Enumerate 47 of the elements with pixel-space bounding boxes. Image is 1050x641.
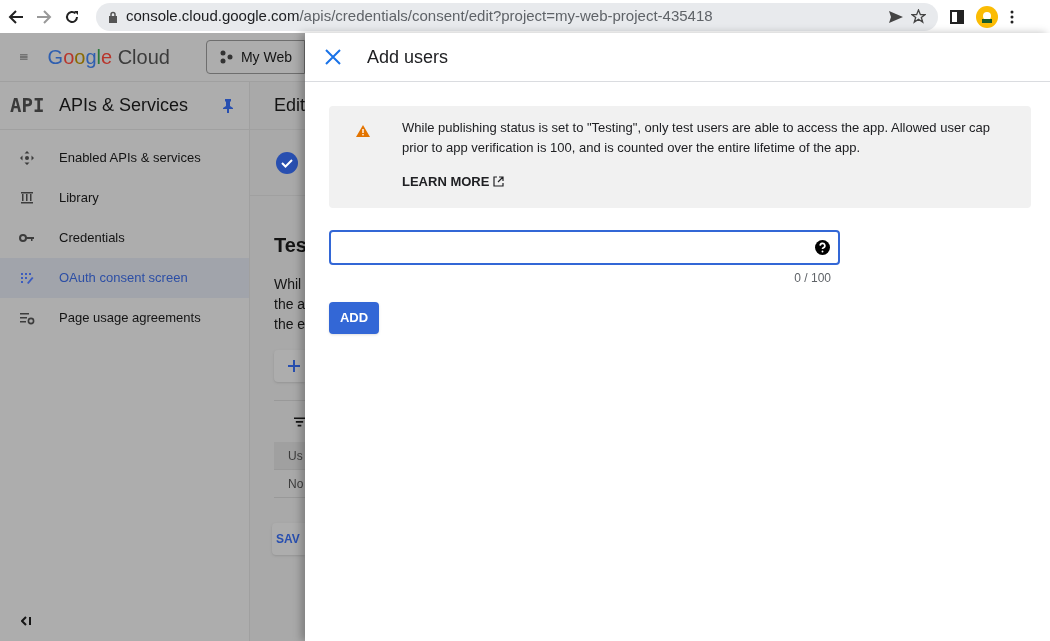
character-counter: 0 / 100 <box>794 269 831 287</box>
page-title: Edit <box>274 94 305 117</box>
sidebar-item[interactable]: Credentials <box>0 218 249 258</box>
reload-icon[interactable] <box>64 8 80 25</box>
plus-icon <box>288 360 300 372</box>
forward-icon[interactable] <box>36 8 52 25</box>
key-icon <box>19 233 35 243</box>
add-users-button[interactable] <box>274 350 305 382</box>
side-panel-icon[interactable] <box>950 9 964 24</box>
add-button[interactable]: ADD <box>329 301 379 334</box>
description-text: Whil <box>274 275 303 294</box>
learn-more-link[interactable]: LEARN MORE <box>402 172 1015 192</box>
description-text: the a <box>274 295 305 314</box>
collapse-icon[interactable] <box>21 616 32 626</box>
avatar-icon[interactable] <box>976 5 998 28</box>
move-icon <box>19 150 35 166</box>
more-icon[interactable] <box>1010 9 1014 24</box>
sidebar-item[interactable]: Enabled APIs & services <box>0 138 249 178</box>
api-label: API <box>10 93 46 119</box>
lock-icon <box>108 10 118 23</box>
project-picker[interactable]: My Web <box>205 40 305 74</box>
warning-icon <box>356 125 370 137</box>
address-bar[interactable]: console.cloud.google.com/apis/credentials/consent/edit?project=my-web-project-435418 <box>96 2 938 31</box>
send-icon[interactable] <box>889 10 903 23</box>
pin-icon[interactable] <box>223 98 233 113</box>
external-link-icon <box>493 176 505 188</box>
close-icon[interactable] <box>325 49 341 65</box>
description-text: the e <box>274 315 305 334</box>
panel-title: Add users <box>367 45 449 69</box>
columns-icon <box>20 191 34 205</box>
email-input[interactable] <box>329 229 840 265</box>
sidebar-item[interactable]: Library <box>0 178 249 218</box>
sidebar-item[interactable]: Page usage agreements <box>0 298 249 338</box>
dotted-grid-icon <box>20 271 34 285</box>
help-icon[interactable] <box>815 239 830 255</box>
sidebar-title: APIs & Services <box>59 94 190 117</box>
list-gear-icon <box>19 311 35 325</box>
back-icon[interactable] <box>8 8 24 25</box>
check-circle-icon <box>276 151 298 174</box>
notice-text: While publishing status is set to "Testing", only test users are able to access the app. Allowed user cap prior to app verification is 100, and is counted over the entire lifetime of the app. <box>402 119 992 157</box>
table-cell-text: No <box>288 475 304 493</box>
star-icon[interactable] <box>911 9 926 24</box>
logo[interactable]: Google Cloud <box>47 42 170 72</box>
url-text: console.cloud.google.com/apis/credentials/consent/edit?project=my-web-project-435418 <box>126 6 713 27</box>
filter-icon[interactable] <box>294 416 305 427</box>
project-icon <box>218 50 233 64</box>
column-header: Us <box>288 447 303 465</box>
